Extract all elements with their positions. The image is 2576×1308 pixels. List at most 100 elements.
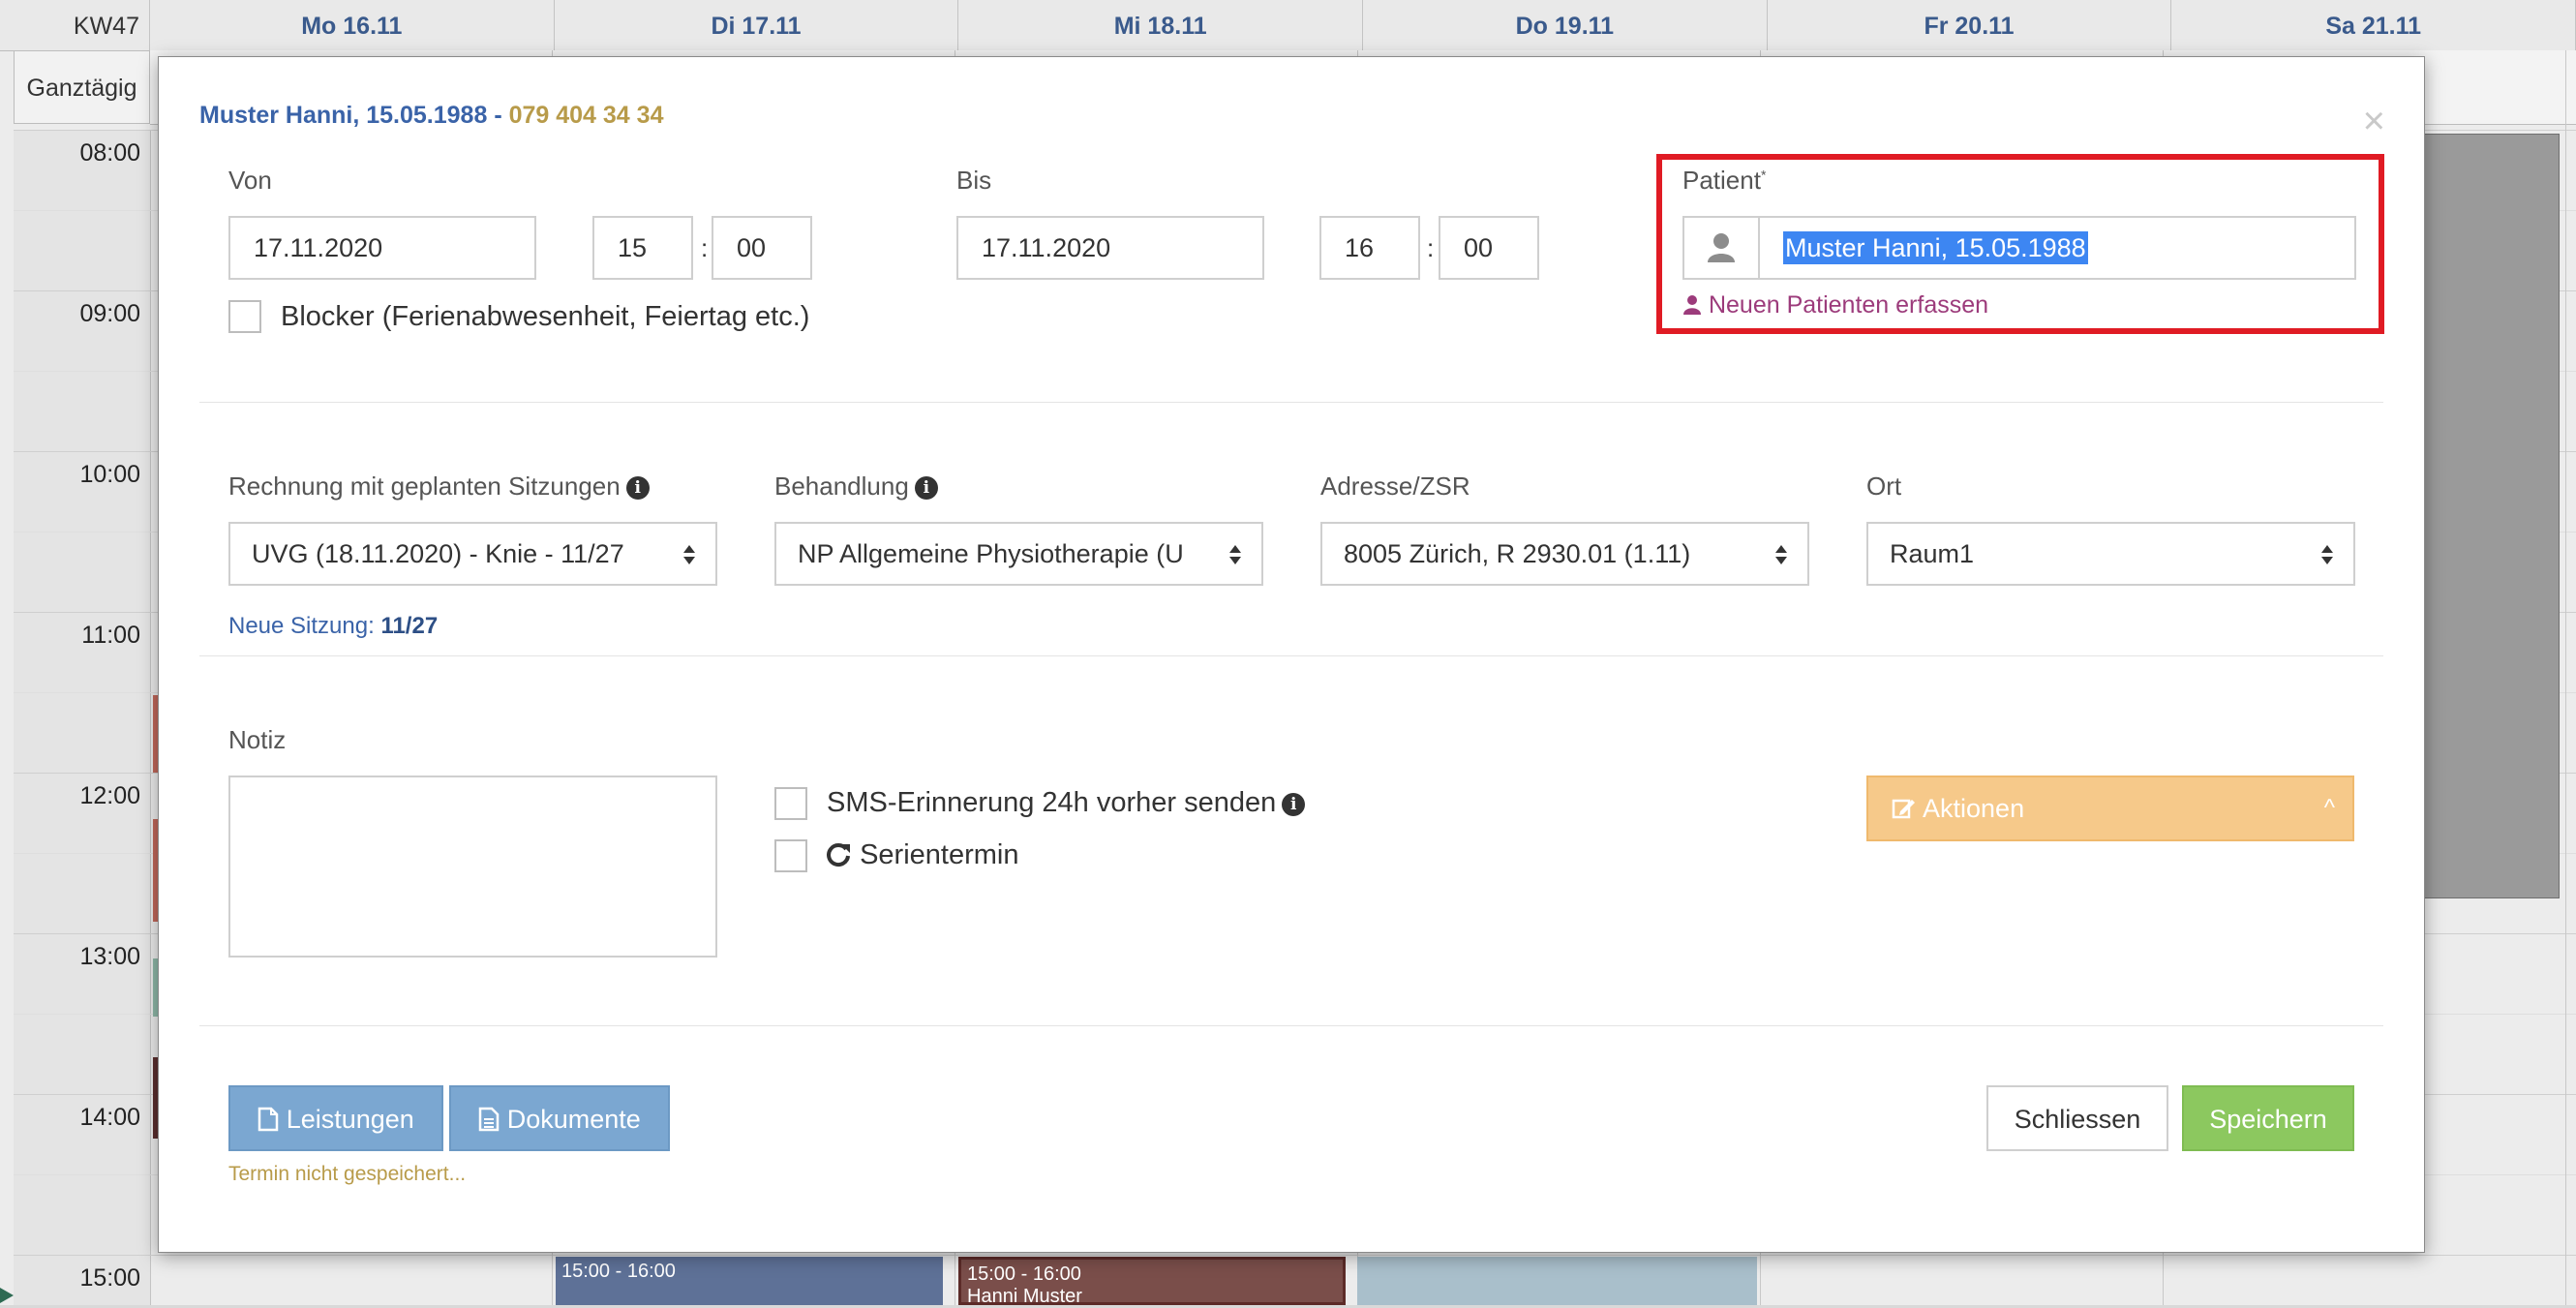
time-column: 08:00 09:00 10:00 11:00 12:00 13:00 14:0… xyxy=(14,130,151,1305)
time-label: 12:00 xyxy=(79,782,140,809)
day-header-tue[interactable]: Di 17.11 xyxy=(555,0,959,50)
unsaved-notice: Termin nicht gespeichert... xyxy=(228,1163,467,1185)
day-header-fri[interactable]: Fr 20.11 xyxy=(1768,0,2172,50)
patient-label-text: Patient xyxy=(1682,166,1761,195)
sort-arrows-icon xyxy=(1775,545,1787,564)
notiz-label: Notiz xyxy=(228,725,287,754)
session-label: Neue Sitzung: xyxy=(228,613,375,639)
calendar-event[interactable]: 15:00 - 16:00 Hanni Muster xyxy=(958,1257,1346,1307)
time-label: 08:00 xyxy=(79,139,140,167)
blocker-checkbox[interactable] xyxy=(228,300,261,333)
day-divider xyxy=(2565,50,2566,1305)
patient-search-input[interactable]: Muster Hanni, 15.05.1988 xyxy=(1758,216,2356,280)
file-icon xyxy=(258,1107,279,1132)
day-header-mon[interactable]: Mo 16.11 xyxy=(150,0,555,50)
von-hour-input[interactable]: 15 xyxy=(592,216,693,280)
new-patient-label: Neuen Patienten erfassen xyxy=(1708,291,1989,319)
info-icon[interactable]: i xyxy=(625,476,650,500)
section-divider xyxy=(199,1025,2383,1026)
rechnung-value: UVG (18.11.2020) - Knie - 11/27 xyxy=(252,539,624,568)
rechnung-select[interactable]: UVG (18.11.2020) - Knie - 11/27 xyxy=(228,522,717,586)
day-header-wed[interactable]: Mi 18.11 xyxy=(958,0,1364,50)
calendar-event-slot[interactable] xyxy=(1357,1257,1757,1305)
schliessen-button[interactable]: Schliessen xyxy=(1986,1085,2168,1151)
bis-minute-input[interactable]: 00 xyxy=(1439,216,1539,280)
patient-phone: 079 404 34 34 xyxy=(508,102,664,129)
bis-label: Bis xyxy=(956,166,992,195)
sort-arrows-icon xyxy=(2321,545,2333,564)
sms-label[interactable]: SMS-Erinnerung 24h vorher senden i xyxy=(827,787,1306,819)
von-label: Von xyxy=(228,166,272,195)
sms-label-text: SMS-Erinnerung 24h vorher senden xyxy=(827,787,1277,818)
behandlung-select[interactable]: NP Allgemeine Physiotherapie (U xyxy=(774,522,1263,586)
appointment-dialog: Muster Hanni, 15.05.1988 - 079 404 34 34… xyxy=(158,56,2425,1253)
dokumente-button[interactable]: Dokumente xyxy=(449,1085,670,1151)
file-text-icon xyxy=(478,1107,500,1132)
blocked-time-block[interactable] xyxy=(2417,134,2560,898)
dokumente-label: Dokumente xyxy=(506,1105,641,1134)
aktionen-dropdown[interactable]: Aktionen ^ xyxy=(1866,776,2354,841)
day-header-sat[interactable]: Sa 21.11 xyxy=(2171,0,2576,50)
rechnung-label-text: Rechnung mit geplanten Sitzungen xyxy=(228,471,621,501)
ort-select[interactable]: Raum1 xyxy=(1866,522,2355,586)
ort-value: Raum1 xyxy=(1890,539,1975,568)
notiz-textarea[interactable] xyxy=(228,776,717,958)
leistungen-button[interactable]: Leistungen xyxy=(228,1085,443,1151)
section-divider xyxy=(199,402,2383,403)
time-label: 14:00 xyxy=(79,1104,140,1131)
session-value: 11/27 xyxy=(380,613,439,639)
event-time: 15:00 - 16:00 xyxy=(561,1261,676,1282)
calendar-event[interactable]: 15:00 - 16:00 xyxy=(556,1257,943,1305)
adresse-value: 8005 Zürich, R 2930.01 (1.11) xyxy=(1344,539,1691,568)
time-label: 11:00 xyxy=(81,622,140,649)
patient-input-selected-text: Muster Hanni, 15.05.1988 xyxy=(1783,231,2088,264)
bis-hour-input[interactable]: 16 xyxy=(1319,216,1420,280)
event-time: 15:00 - 16:00 xyxy=(967,1263,1081,1285)
edit-icon xyxy=(1892,799,1915,819)
time-label: 09:00 xyxy=(79,300,140,327)
blocker-label[interactable]: Blocker (Ferienabwesenheit, Feiertag etc… xyxy=(281,301,809,333)
time-separator: : xyxy=(701,233,709,262)
adresse-select[interactable]: 8005 Zürich, R 2930.01 (1.11) xyxy=(1320,522,1809,586)
serie-checkbox[interactable] xyxy=(774,839,807,872)
patient-addon xyxy=(1682,216,1760,280)
time-label: 13:00 xyxy=(79,943,140,970)
behandlung-label-text: Behandlung xyxy=(774,471,909,501)
sort-arrows-icon xyxy=(1229,545,1241,564)
bis-date-input[interactable]: 17.11.2020 xyxy=(956,216,1264,280)
patient-label: Patient* xyxy=(1682,166,1766,196)
new-patient-link[interactable]: Neuen Patienten erfassen xyxy=(1682,291,1988,319)
hour-line xyxy=(14,1255,2576,1256)
time-separator: : xyxy=(1427,233,1435,262)
adresse-label: Adresse/ZSR xyxy=(1320,471,1470,501)
speichern-button[interactable]: Speichern xyxy=(2182,1085,2354,1151)
rechnung-label: Rechnung mit geplanten Sitzungen i xyxy=(228,471,650,502)
leistungen-label: Leistungen xyxy=(286,1105,414,1134)
von-date-input[interactable]: 17.11.2020 xyxy=(228,216,536,280)
sort-arrows-icon xyxy=(683,545,695,564)
section-divider xyxy=(199,655,2383,656)
chevron-up-icon: ^ xyxy=(2323,795,2335,821)
new-session-info: Neue Sitzung: 11/27 xyxy=(228,613,438,640)
day-header-thu[interactable]: Do 19.11 xyxy=(1363,0,1768,50)
current-time-marker xyxy=(0,1288,14,1303)
close-icon[interactable]: × xyxy=(2363,102,2385,140)
user-icon xyxy=(1708,233,1735,262)
info-icon[interactable]: i xyxy=(1282,793,1306,816)
allday-label: Ganztägig xyxy=(14,50,150,124)
info-icon[interactable]: i xyxy=(914,476,938,500)
user-icon xyxy=(1683,295,1701,315)
serie-label[interactable]: Serientermin xyxy=(827,839,1018,871)
required-asterisk: * xyxy=(1760,167,1767,183)
behandlung-label: Behandlung i xyxy=(774,471,938,502)
calendar-header: KW47 Mo 16.11 Di 17.11 Mi 18.11 Do 19.11… xyxy=(0,0,2576,51)
behandlung-value: NP Allgemeine Physiotherapie (U xyxy=(798,539,1184,568)
patient-name-title[interactable]: Muster Hanni, 15.05.1988 xyxy=(199,102,487,129)
dialog-title: Muster Hanni, 15.05.1988 - 079 404 34 34 xyxy=(199,102,663,130)
sms-checkbox[interactable] xyxy=(774,787,807,820)
ort-label: Ort xyxy=(1866,471,1902,501)
title-separator: - xyxy=(487,102,509,129)
refresh-icon xyxy=(827,843,850,867)
von-minute-input[interactable]: 00 xyxy=(712,216,812,280)
time-label: 10:00 xyxy=(79,461,140,488)
